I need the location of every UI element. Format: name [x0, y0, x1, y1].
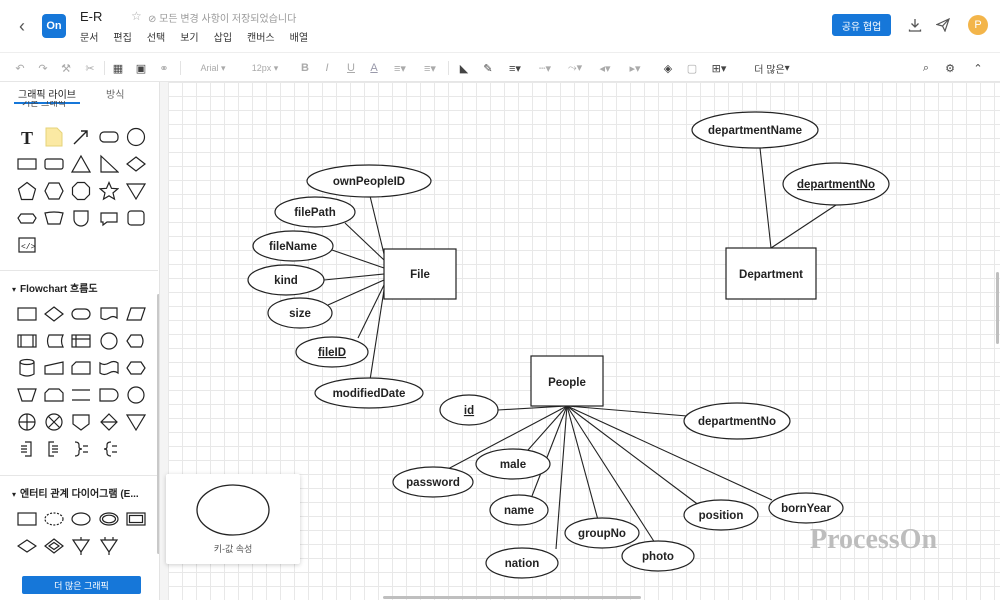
- attribute-filename-label: fileName: [269, 241, 317, 253]
- attribute-position-label: position: [699, 510, 744, 522]
- er-diagram: File Department People ownPeopleID fileP…: [247, 111, 890, 579]
- attribute-departmentno-key-label: departmentNo: [797, 179, 875, 191]
- horizontal-scrollbar[interactable]: [383, 596, 641, 599]
- shape-preview-popup: 키-값 속성: [166, 474, 300, 564]
- attribute-name-label: name: [504, 505, 534, 517]
- attribute-ownpeopleid-label: ownPeopleID: [333, 176, 405, 188]
- attribute-id-label: id: [464, 405, 474, 417]
- attribute-departmentname-label: departmentName: [708, 125, 802, 137]
- entity-file-label: File: [410, 269, 430, 281]
- attribute-nation-label: nation: [505, 558, 540, 570]
- app-window: ‹ On E-R ☆ ⊘ 모든 변경 사항이 저장되었습니다 문서 편집 선택 …: [0, 0, 1000, 600]
- vertical-scrollbar[interactable]: [996, 272, 999, 344]
- attribute-size-label: size: [289, 308, 311, 320]
- key-attribute-preview: [196, 484, 270, 536]
- attribute-password-label: password: [406, 477, 460, 489]
- key-attribute-caption: 키-값 속성: [213, 544, 253, 554]
- attribute-male-label: male: [500, 459, 526, 471]
- attribute-photo-label: photo: [642, 551, 674, 563]
- attribute-groupno-label: groupNo: [578, 528, 626, 540]
- attribute-fileid-label: fileID: [318, 347, 346, 359]
- processon-watermark: ProcessOn: [810, 524, 938, 555]
- attribute-kind-label: kind: [274, 275, 298, 287]
- entity-department-label: Department: [739, 269, 803, 281]
- attribute-filepath-label: filePath: [294, 207, 336, 219]
- entity-people-label: People: [548, 377, 586, 389]
- attribute-modifieddate-label: modifiedDate: [333, 388, 406, 400]
- attribute-bornyear-label: bornYear: [781, 503, 831, 515]
- attribute-people-departmentno-label: departmentNo: [698, 416, 776, 428]
